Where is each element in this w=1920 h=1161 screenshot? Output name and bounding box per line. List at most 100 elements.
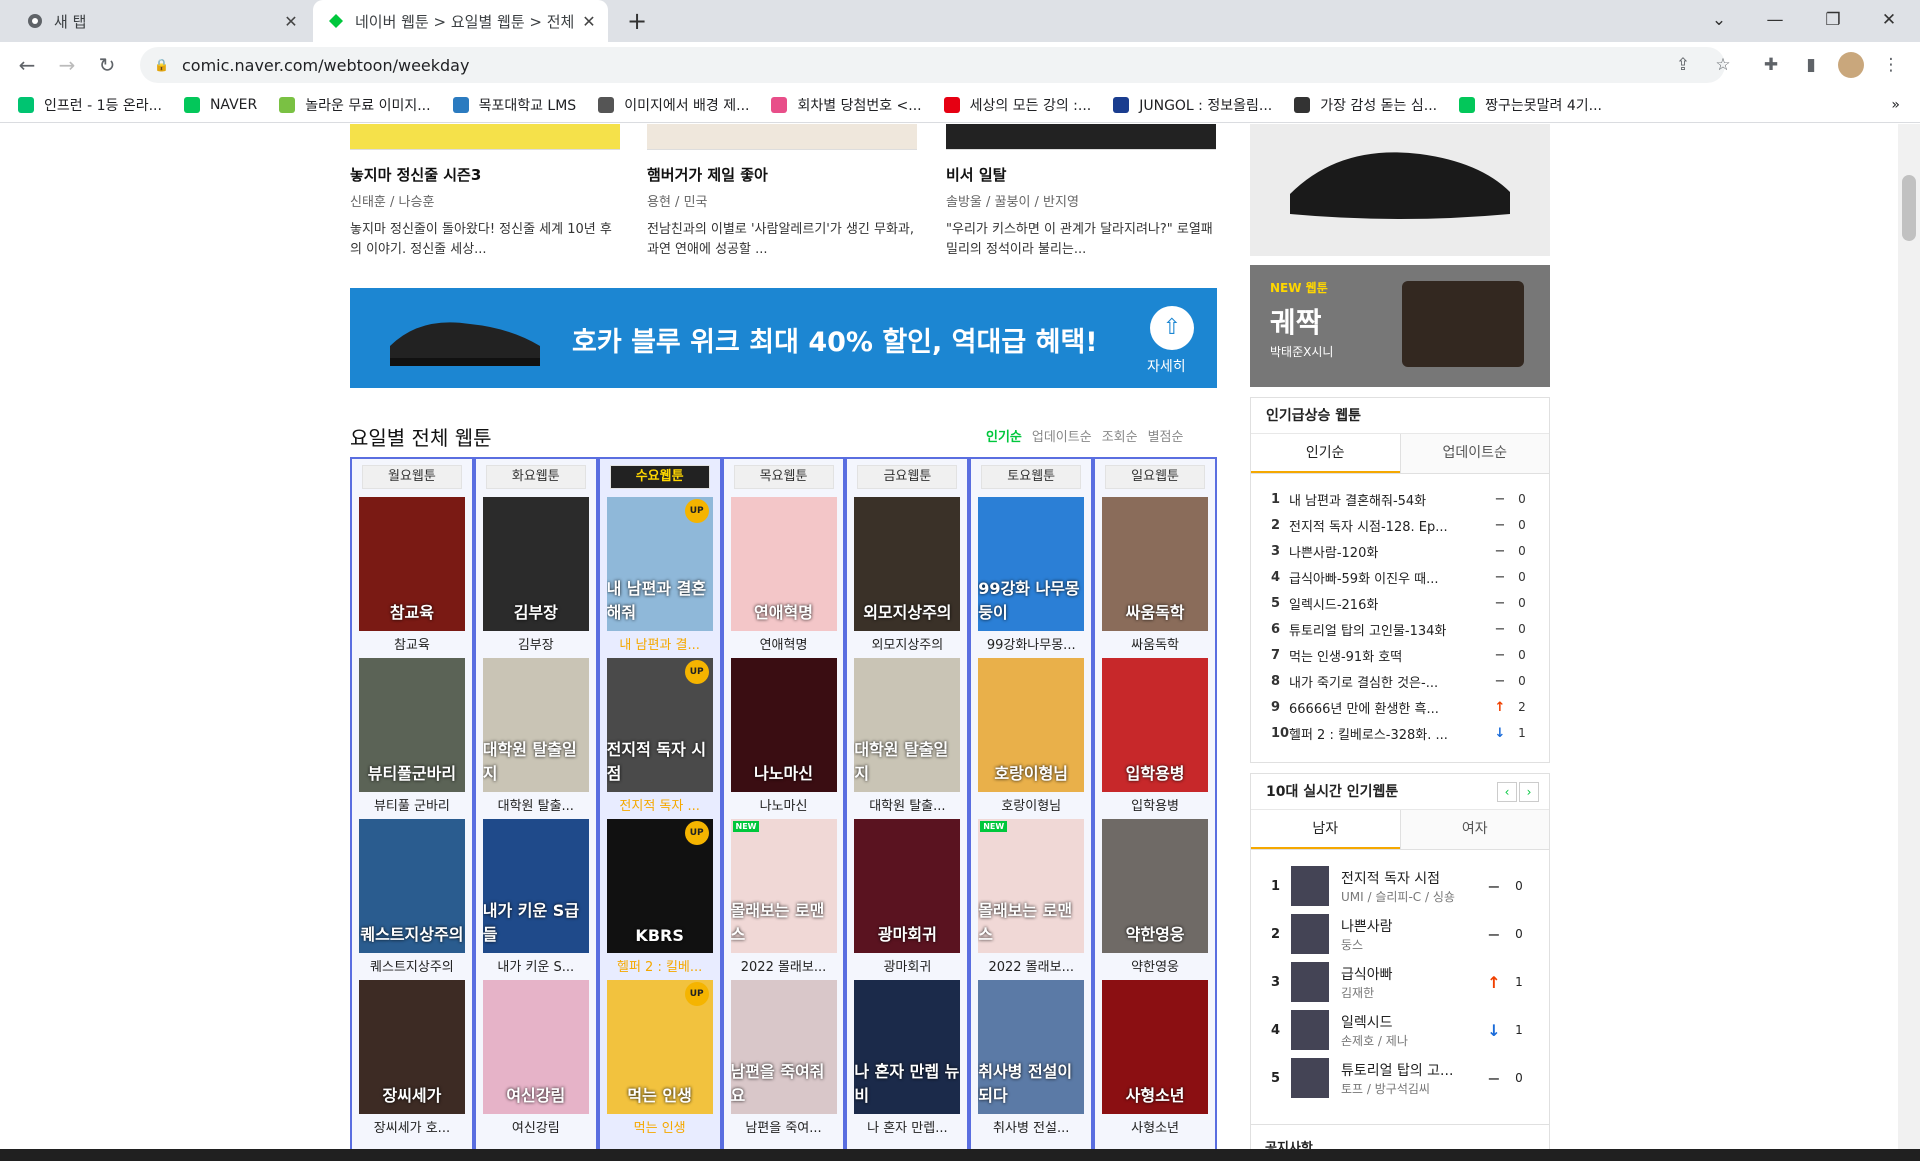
webtoon-item[interactable]: 99강화 나무몽둥이 99강화나무몽... (978, 497, 1085, 650)
rising-row[interactable]: 8 내가 죽기로 결심한 것은-... −0 (1251, 668, 1549, 694)
day-header[interactable]: 일요웹툰 (1105, 465, 1206, 489)
tab-webtoon[interactable]: 네이버 웹툰 > 요일별 웹툰 > 전체 웹툰 ✕ (313, 0, 608, 42)
sort-option[interactable]: 별점순 (1148, 426, 1184, 445)
tab-search-icon[interactable]: ⌄ (1696, 0, 1742, 42)
recommend-item[interactable]: 놓지마 정신줄 시즌3 신태훈 / 나승훈 놓지마 정신줄이 돌아왔다! 정신줄… (350, 124, 620, 260)
tab-female[interactable]: 여자 (1399, 810, 1549, 849)
sort-option[interactable]: 업데이트순 (1032, 426, 1092, 445)
bookmark-item[interactable]: 이미지에서 배경 제... (598, 95, 749, 115)
tab-popular[interactable]: 인기순 (1251, 434, 1400, 473)
day-header[interactable]: 수요웹툰 (609, 465, 710, 489)
banner-detail-link[interactable]: 자세히 (1147, 356, 1186, 376)
restore-button[interactable]: ❐ (1810, 0, 1856, 42)
day-header[interactable]: 목요웹툰 (733, 465, 834, 489)
webtoon-item[interactable]: 입학용병 입학용병 (1102, 658, 1209, 811)
new-tab-button[interactable]: + (622, 6, 652, 36)
webtoon-item[interactable]: 나 혼자 만렙 뉴비 나 혼자 만렙... (854, 980, 961, 1133)
webtoon-item[interactable]: 약한영웅 약한영웅 (1102, 819, 1209, 972)
tab-updated[interactable]: 업데이트순 (1399, 434, 1549, 473)
webtoon-item[interactable]: 광마회귀 광마회귀 (854, 819, 961, 972)
sort-option[interactable]: 인기순 (986, 426, 1022, 445)
chevron-left-icon[interactable]: ‹ (1497, 782, 1517, 802)
webtoon-item[interactable]: 몰래보는 로맨스 NEW 2022 몰래보... (978, 819, 1085, 972)
day-header[interactable]: 금요웹툰 (857, 465, 958, 489)
bookmark-item[interactable]: 세상의 모든 강의 :... (943, 95, 1091, 115)
webtoon-item[interactable]: 호랑이형님 호랑이형님 (978, 658, 1085, 811)
bookmark-item[interactable]: 가장 감성 돋는 심... (1294, 95, 1437, 115)
bookmark-item[interactable]: 목포대학교 LMS (452, 95, 576, 115)
recommend-item[interactable]: 햄버거가 제일 좋아 용현 / 민국 전남친과의 이별로 '사람알레르기'가 생… (647, 124, 917, 260)
bookmark-item[interactable]: NAVER (183, 97, 257, 113)
webtoon-item[interactable]: 내가 키운 S급들 내가 키운 S... (482, 819, 589, 972)
tab-male[interactable]: 남자 (1251, 810, 1400, 849)
realtime-row[interactable]: 5 튜토리얼 탑의 고... 토프 / 방구석김씨 −0 (1251, 1054, 1549, 1102)
rising-row[interactable]: 9 66666년 만에 환생한 흑... ↑ 2 (1251, 694, 1549, 720)
avatar[interactable] (1838, 52, 1864, 78)
webtoon-item[interactable]: 김부장 김부장 (482, 497, 589, 650)
rising-row[interactable]: 3 나쁜사람-120화 −0 (1251, 538, 1549, 564)
close-icon[interactable]: ✕ (578, 12, 600, 31)
day-header[interactable]: 화요웹툰 (485, 465, 586, 489)
arrow-up-icon[interactable]: ⇧ (1150, 306, 1194, 350)
bookmark-item[interactable]: 인프런 - 1등 온라... (18, 95, 162, 115)
back-icon[interactable]: ← (12, 50, 42, 80)
realtime-row[interactable]: 4 일렉시드 손제호 / 제나 ↓ 1 (1251, 1006, 1549, 1054)
webtoon-item[interactable]: 먹는 인생 UP 먹는 인생 (606, 980, 713, 1133)
bookmark-item[interactable]: 회차별 당첨번호 <... (771, 95, 922, 115)
side-ad-shoe[interactable] (1250, 124, 1550, 256)
minimize-button[interactable]: — (1752, 0, 1798, 42)
side-ad-new-webtoon[interactable]: NEW 웹툰 궤짝 박태준X시니 (1250, 265, 1550, 387)
bookmark-item[interactable]: JUNGOL : 정보올림... (1113, 95, 1272, 115)
chevron-right-icon[interactable]: › (1519, 782, 1539, 802)
webtoon-item[interactable]: 내 남편과 결혼해줘 UP 내 남편과 결... (606, 497, 713, 650)
webtoon-item[interactable]: 퀘스트지상주의 퀘스트지상주의 (358, 819, 465, 972)
reload-icon[interactable]: ↻ (92, 50, 122, 80)
webtoon-item[interactable]: 외모지상주의 외모지상주의 (854, 497, 961, 650)
address-bar[interactable]: 🔒 comic.naver.com/webtoon/weekday (140, 47, 1725, 83)
rising-row[interactable]: 1 내 남편과 결혼해줘-54화 −0 (1251, 486, 1549, 512)
recommend-item[interactable]: 비서 일탈 솔방울 / 꿀붕이 / 반지영 "우리가 키스하면 이 관계가 달라… (946, 124, 1216, 260)
bookmark-item[interactable]: 놀라운 무료 이미지... (279, 95, 431, 115)
menu-icon[interactable]: ⋮ (1878, 52, 1904, 78)
webtoon-item[interactable]: 대학원 탈출일지 대학원 탈출... (854, 658, 961, 811)
bookmark-star-icon[interactable]: ☆ (1710, 52, 1736, 78)
webtoon-item[interactable]: 사형소년 사형소년 (1102, 980, 1209, 1133)
rising-row[interactable]: 6 튜토리얼 탑의 고인물-134화 −0 (1251, 616, 1549, 642)
bookmarks-more-icon[interactable]: » (1891, 97, 1900, 113)
webtoon-item[interactable]: 싸움독학 싸움독학 (1102, 497, 1209, 650)
webtoon-item[interactable]: 장씨세가 장씨세가 호... (358, 980, 465, 1133)
realtime-row[interactable]: 3 급식아빠 김재한 ↑ 1 (1251, 958, 1549, 1006)
webtoon-item[interactable]: 취사병 전설이 되다 취사병 전설... (978, 980, 1085, 1133)
sort-option[interactable]: 조회순 (1102, 426, 1138, 445)
webtoon-item[interactable]: 전지적 독자 시점 UP 전지적 독자 ... (606, 658, 713, 811)
sidepanel-icon[interactable]: ▮ (1798, 52, 1824, 78)
forward-icon[interactable]: → (52, 50, 82, 80)
rising-row[interactable]: 5 일렉시드-216화 −0 (1251, 590, 1549, 616)
ad-banner[interactable]: 호카 블루 위크 최대 40% 할인, 역대급 혜택! ⇧ 자세히 (350, 288, 1217, 388)
realtime-row[interactable]: 2 나쁜사람 둥스 −0 (1251, 910, 1549, 958)
scrollbar-thumb[interactable] (1902, 175, 1916, 241)
day-header[interactable]: 월요웹툰 (361, 465, 462, 489)
webtoon-item[interactable]: 대학원 탈출일지 대학원 탈출... (482, 658, 589, 811)
webtoon-item[interactable]: 여신강림 여신강림 (482, 980, 589, 1133)
webtoon-item[interactable]: 연애혁명 연애혁명 (730, 497, 837, 650)
webtoon-item[interactable]: 참교육 참교육 (358, 497, 465, 650)
close-window-button[interactable]: ✕ (1866, 0, 1912, 42)
rising-row[interactable]: 4 급식아빠-59화 이진우 때... −0 (1251, 564, 1549, 590)
realtime-row[interactable]: 1 전지적 독자 시점 UMI / 슬리피-C / 싱숑 −0 (1251, 862, 1549, 910)
bookmark-item[interactable]: 짱구는못말려 4기... (1459, 95, 1602, 115)
rising-row[interactable]: 10 헬퍼 2 : 킬베로스-328화. ... ↓ 1 (1251, 720, 1549, 746)
share-icon[interactable]: ⇪ (1670, 52, 1696, 78)
day-header[interactable]: 토요웹툰 (981, 465, 1082, 489)
rising-row[interactable]: 7 먹는 인생-91화 호떡 −0 (1251, 642, 1549, 668)
rising-row[interactable]: 2 전지적 독자 시점-128. Ep... −0 (1251, 512, 1549, 538)
webtoon-item[interactable]: 뷰티풀군바리 뷰티풀 군바리 (358, 658, 465, 811)
extensions-icon[interactable]: ✚ (1758, 52, 1784, 78)
scrollbar[interactable] (1898, 124, 1920, 1149)
webtoon-item[interactable]: 남편을 죽여줘요 남편을 죽여... (730, 980, 837, 1133)
tab-new-tab[interactable]: 새 탭 ✕ (12, 0, 310, 42)
webtoon-item[interactable]: 나노마신 나노마신 (730, 658, 837, 811)
webtoon-item[interactable]: KBRS UP 헬퍼 2 : 킬베... (606, 819, 713, 972)
webtoon-item[interactable]: 몰래보는 로맨스 NEW 2022 몰래보... (730, 819, 837, 972)
notice-heading[interactable]: 공지사항 (1250, 1124, 1550, 1149)
